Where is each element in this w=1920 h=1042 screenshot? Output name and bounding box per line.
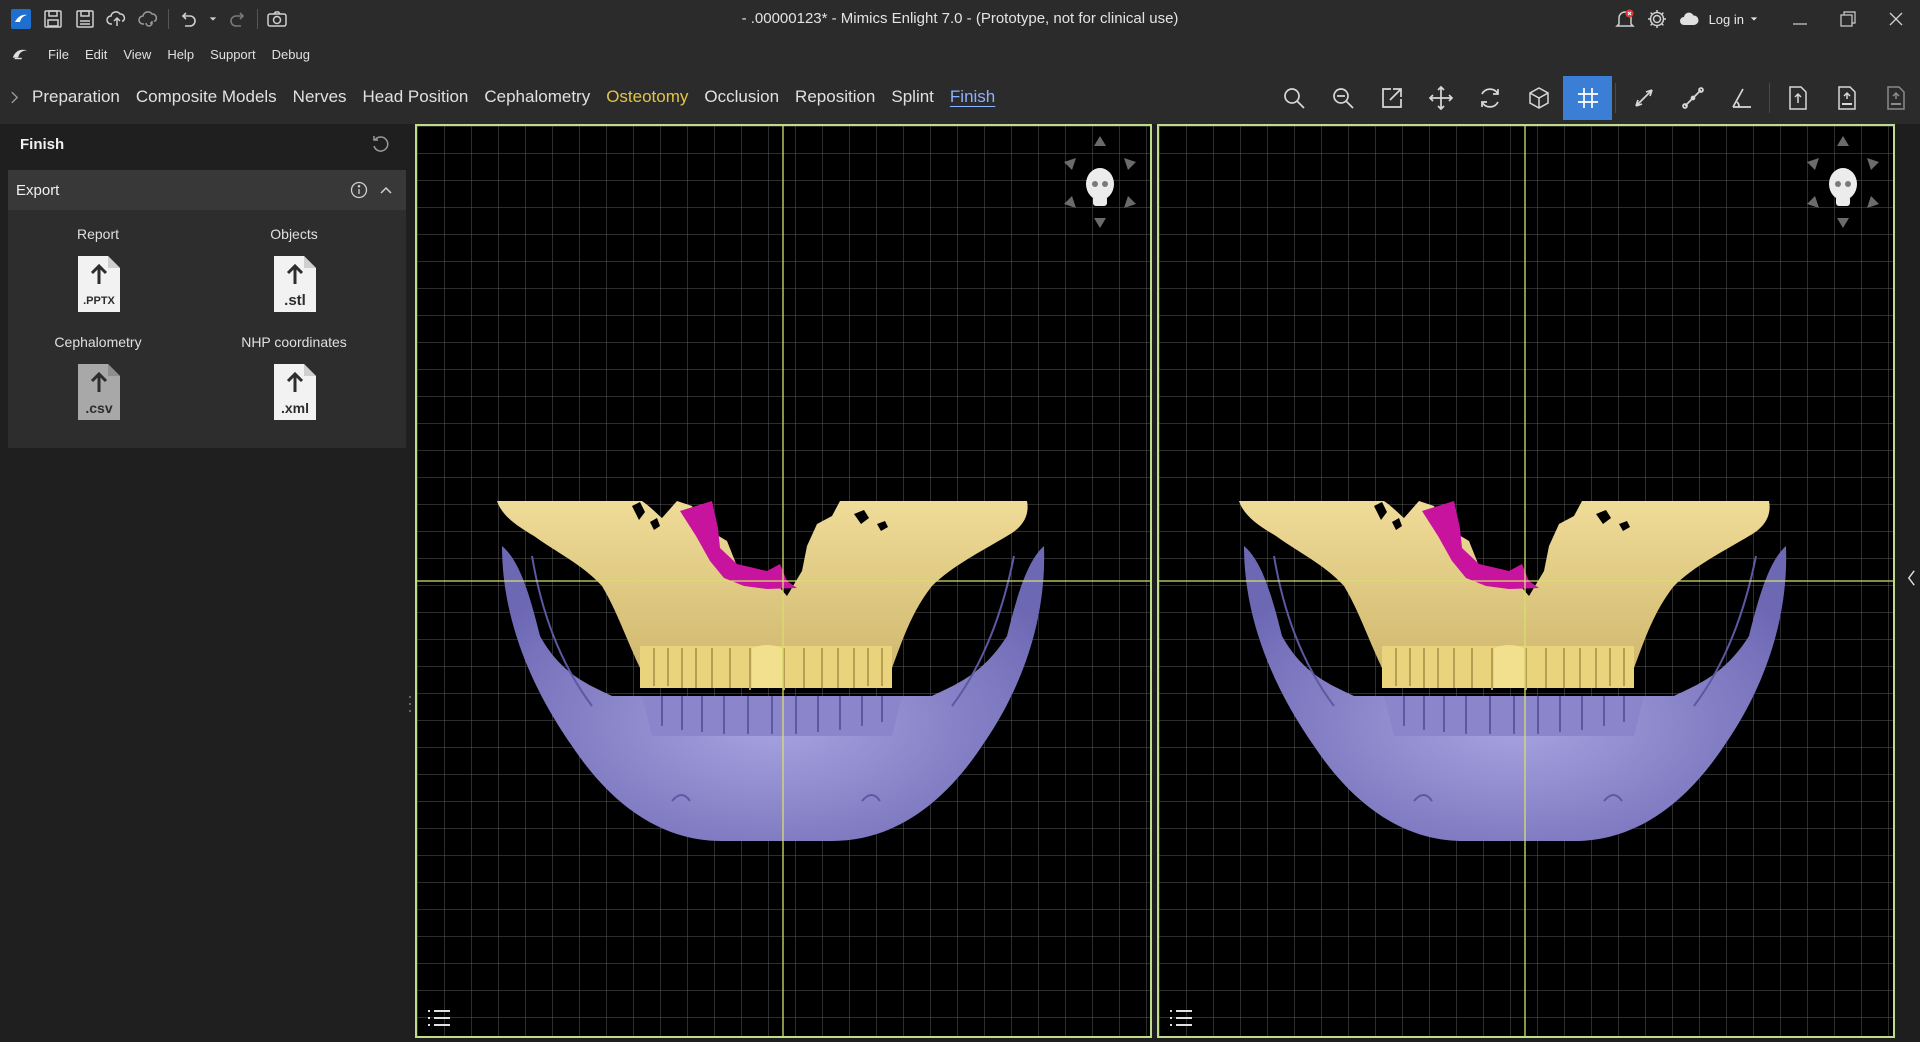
measure-angle-icon[interactable] bbox=[1717, 76, 1766, 120]
finish-panel: Finish Export Report .PPTX Objects .stl bbox=[0, 124, 414, 1042]
toolbar-separator bbox=[1769, 83, 1770, 113]
cloud-icon[interactable] bbox=[1673, 0, 1705, 38]
menu-view[interactable]: View bbox=[115, 47, 159, 62]
export-nhp-label: NHP coordinates bbox=[241, 334, 347, 350]
export-report-item[interactable]: Report .PPTX bbox=[8, 226, 188, 314]
workflow-bar: Preparation Composite Models Nerves Head… bbox=[0, 70, 1920, 124]
stl-ext: .stl bbox=[284, 292, 306, 309]
notification-bell-icon[interactable] bbox=[1609, 0, 1641, 38]
zoom-in-icon[interactable] bbox=[1269, 76, 1318, 120]
info-icon[interactable] bbox=[350, 181, 368, 199]
export-file-icon[interactable] bbox=[1773, 76, 1822, 120]
materialise-logo-icon[interactable] bbox=[0, 47, 40, 61]
export-cephalometry-label: Cephalometry bbox=[54, 334, 142, 350]
csv-file-icon[interactable]: .csv bbox=[70, 362, 126, 422]
toolbar-separator bbox=[1615, 83, 1616, 113]
step-head-position[interactable]: Head Position bbox=[355, 87, 477, 107]
view-3d-icon[interactable] bbox=[1514, 76, 1563, 120]
step-splint[interactable]: Splint bbox=[883, 87, 942, 107]
title-bar: - .00000123* - Mimics Enlight 7.0 - (Pro… bbox=[0, 0, 1920, 38]
step-reposition[interactable]: Reposition bbox=[787, 87, 883, 107]
restore-button[interactable] bbox=[1824, 0, 1872, 38]
stl-file-icon[interactable]: .stl bbox=[266, 254, 322, 314]
side-panel-toggle[interactable] bbox=[1902, 562, 1920, 594]
panel-header: Finish bbox=[0, 124, 414, 164]
viewport-left[interactable] bbox=[415, 124, 1152, 1038]
minimize-button[interactable] bbox=[1776, 0, 1824, 38]
open-external-icon[interactable] bbox=[1367, 76, 1416, 120]
csv-ext: .csv bbox=[85, 400, 112, 416]
export-cephalometry-item[interactable]: Cephalometry .csv bbox=[8, 334, 188, 422]
export-nhp-coordinates-item[interactable]: NHP coordinates .xml bbox=[204, 334, 384, 422]
login-menu[interactable]: Log in bbox=[1705, 12, 1776, 27]
collapse-chevron-icon[interactable] bbox=[378, 182, 394, 198]
panel-splitter-handle[interactable] bbox=[408, 694, 412, 714]
export-stl-icon[interactable] bbox=[1822, 76, 1871, 120]
viewport-right[interactable] bbox=[1157, 124, 1895, 1038]
close-button[interactable] bbox=[1872, 0, 1920, 38]
object-list-icon[interactable] bbox=[425, 1006, 453, 1030]
workflow-steps: Preparation Composite Models Nerves Head… bbox=[10, 70, 1003, 124]
workflow-chevron-icon[interactable] bbox=[10, 70, 24, 124]
menu-bar: File Edit View Help Support Debug bbox=[0, 38, 1920, 70]
export-objects-label: Objects bbox=[270, 226, 318, 242]
pptx-file-icon[interactable]: .PPTX bbox=[70, 254, 126, 314]
measure-distance-icon[interactable] bbox=[1619, 76, 1668, 120]
export-objects-item[interactable]: Objects .stl bbox=[204, 226, 384, 314]
reset-icon[interactable] bbox=[370, 133, 392, 155]
orientation-navigator-icon[interactable] bbox=[1805, 134, 1881, 230]
step-preparation[interactable]: Preparation bbox=[24, 87, 128, 107]
view-toolbar bbox=[1269, 76, 1920, 120]
minimize-icon bbox=[1793, 23, 1807, 25]
zoom-out-icon[interactable] bbox=[1318, 76, 1367, 120]
menu-edit[interactable]: Edit bbox=[77, 47, 115, 62]
pan-icon[interactable] bbox=[1416, 76, 1465, 120]
measure-line-icon[interactable] bbox=[1668, 76, 1717, 120]
step-finish[interactable]: Finish bbox=[942, 87, 1003, 107]
xml-ext: .xml bbox=[281, 400, 309, 416]
menu-help[interactable]: Help bbox=[159, 47, 202, 62]
orientation-navigator-icon[interactable] bbox=[1062, 134, 1138, 230]
settings-gear-icon[interactable] bbox=[1641, 0, 1673, 38]
export-report-label: Report bbox=[76, 226, 120, 242]
object-list-icon[interactable] bbox=[1167, 1006, 1195, 1030]
step-occlusion[interactable]: Occlusion bbox=[696, 87, 787, 107]
rotate-icon[interactable] bbox=[1465, 76, 1514, 120]
pptx-ext: .PPTX bbox=[83, 295, 115, 307]
login-dropdown-icon bbox=[1750, 17, 1758, 21]
xml-file-icon[interactable]: .xml bbox=[266, 362, 322, 422]
title-bar-right: Log in bbox=[1609, 0, 1920, 38]
close-icon bbox=[1889, 12, 1903, 26]
export-section-title: Export bbox=[16, 181, 60, 199]
step-nerves[interactable]: Nerves bbox=[285, 87, 355, 107]
export-csv-icon[interactable] bbox=[1871, 76, 1920, 120]
step-osteotomy[interactable]: Osteotomy bbox=[598, 87, 696, 107]
menu-support[interactable]: Support bbox=[202, 47, 264, 62]
restore-icon bbox=[1840, 11, 1856, 27]
export-section: Export Report .PPTX Objects .stl Cephalo… bbox=[8, 170, 406, 448]
step-composite-models[interactable]: Composite Models bbox=[128, 87, 285, 107]
viewport-right-scene bbox=[1159, 126, 1893, 1036]
menu-debug[interactable]: Debug bbox=[264, 47, 318, 62]
menu-file[interactable]: File bbox=[40, 47, 77, 62]
chevron-left-icon bbox=[1907, 570, 1915, 586]
panel-title: Finish bbox=[20, 135, 65, 153]
login-label: Log in bbox=[1708, 11, 1744, 27]
step-cephalometry[interactable]: Cephalometry bbox=[476, 87, 598, 107]
export-section-header[interactable]: Export bbox=[8, 170, 406, 210]
grid-icon[interactable] bbox=[1563, 76, 1612, 120]
viewport-left-scene bbox=[417, 126, 1150, 1036]
